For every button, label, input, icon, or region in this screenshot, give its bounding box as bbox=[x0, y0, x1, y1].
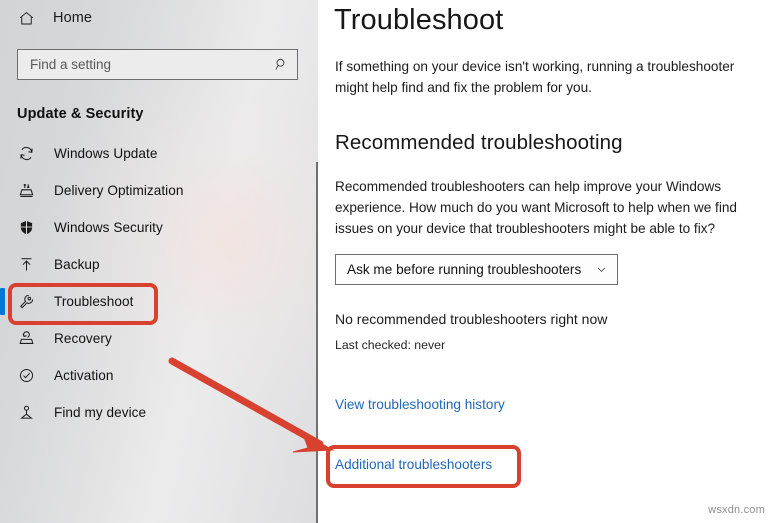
sidebar-item-label: Windows Security bbox=[54, 220, 163, 235]
intro-text: If something on your device isn't workin… bbox=[335, 59, 735, 95]
sidebar-section-title: Update & Security bbox=[17, 106, 144, 122]
sidebar-item-label: Find my device bbox=[54, 405, 147, 420]
view-troubleshooting-history-wrap: View troubleshooting history bbox=[335, 396, 775, 414]
sidebar-item-windows-update[interactable]: Windows Update bbox=[0, 135, 318, 172]
delivery-optimization-icon bbox=[17, 181, 36, 200]
page-title: Troubleshoot bbox=[334, 4, 504, 36]
sidebar-home-label: Home bbox=[53, 10, 93, 26]
recommended-troubleshooting-description: Recommended troubleshooters can help imp… bbox=[335, 179, 737, 236]
additional-troubleshooters-wrap: Additional troubleshooters bbox=[325, 445, 522, 488]
recommended-troubleshooting-dropdown[interactable]: Ask me before running troubleshooters bbox=[335, 254, 618, 285]
sidebar-item-label: Activation bbox=[54, 368, 114, 383]
additional-troubleshooters-link[interactable]: Additional troubleshooters bbox=[335, 457, 492, 472]
sidebar-item-label: Backup bbox=[54, 257, 100, 272]
sidebar-item-label: Windows Update bbox=[54, 146, 158, 161]
recommended-troubleshooting-heading: Recommended troubleshooting bbox=[335, 131, 623, 154]
sync-icon bbox=[17, 144, 36, 163]
view-troubleshooting-history-link[interactable]: View troubleshooting history bbox=[335, 397, 505, 412]
sidebar-nav-list: Windows Update Delivery Optimization Win… bbox=[0, 135, 318, 431]
sidebar: Home Update & Security bbox=[0, 0, 318, 523]
search-box[interactable] bbox=[17, 49, 298, 80]
person-pin-icon bbox=[17, 403, 36, 422]
watermark: wsxdn.com bbox=[708, 504, 765, 516]
sidebar-item-troubleshoot[interactable]: Troubleshoot bbox=[0, 283, 318, 325]
dropdown-selected-value: Ask me before running troubleshooters bbox=[347, 262, 582, 277]
no-recommended-status: No recommended troubleshooters right now bbox=[335, 311, 608, 327]
chevron-down-icon bbox=[594, 263, 608, 277]
check-circle-icon bbox=[17, 366, 36, 385]
sidebar-item-label: Recovery bbox=[54, 331, 112, 346]
sidebar-item-backup[interactable]: Backup bbox=[0, 246, 318, 283]
wrench-icon bbox=[17, 292, 36, 311]
last-checked-status: Last checked: never bbox=[335, 338, 446, 352]
upload-arrow-icon bbox=[17, 255, 36, 274]
sidebar-item-delivery-optimization[interactable]: Delivery Optimization bbox=[0, 172, 318, 209]
search-input[interactable] bbox=[30, 50, 273, 79]
sidebar-item-activation[interactable]: Activation bbox=[0, 357, 318, 394]
home-icon bbox=[17, 9, 35, 27]
sidebar-item-label: Troubleshoot bbox=[54, 294, 134, 309]
shield-icon bbox=[17, 218, 36, 237]
main-content: Troubleshoot If something on your device… bbox=[318, 0, 775, 523]
sidebar-item-windows-security[interactable]: Windows Security bbox=[0, 209, 318, 246]
sidebar-item-recovery[interactable]: Recovery bbox=[0, 320, 318, 357]
sidebar-item-label: Delivery Optimization bbox=[54, 183, 184, 198]
sidebar-item-find-my-device[interactable]: Find my device bbox=[0, 394, 318, 431]
recovery-icon bbox=[17, 329, 36, 348]
sidebar-item-home[interactable]: Home bbox=[0, 3, 318, 33]
settings-window: Home Update & Security bbox=[0, 0, 775, 523]
search-icon[interactable] bbox=[273, 57, 289, 73]
